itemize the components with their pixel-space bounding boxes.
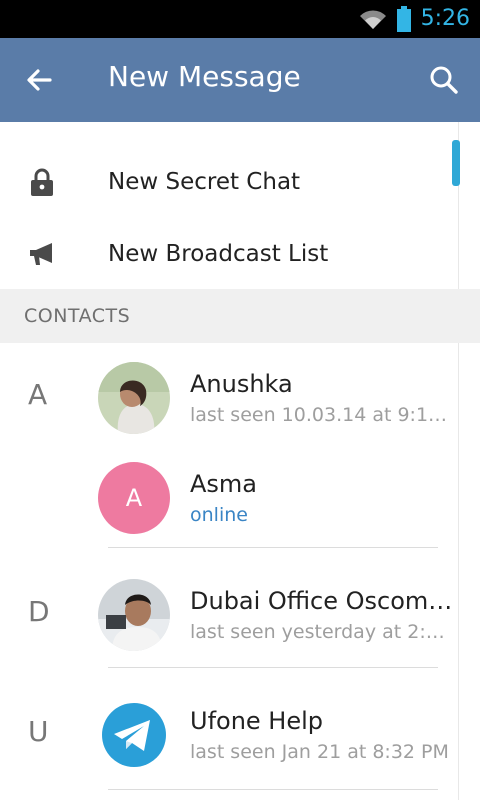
contact-row-asma[interactable]: A Asma online (0, 450, 480, 550)
contact-list[interactable]: New Secret Chat New Broadcast List CONTA… (0, 122, 480, 800)
contact-name: Ufone Help (190, 707, 324, 735)
divider (108, 789, 438, 790)
contact-name: Asma (190, 470, 258, 498)
contact-name: Dubai Office Oscom… (190, 587, 453, 615)
index-letter: D (28, 595, 50, 628)
divider (108, 547, 438, 548)
battery-icon (397, 6, 411, 32)
contact-name: Anushka (190, 370, 293, 398)
divider (108, 667, 438, 668)
contact-status: last seen yesterday at 2:46 PM (190, 621, 452, 643)
arrow-back-icon[interactable] (20, 60, 60, 100)
contact-status: online (190, 504, 248, 526)
avatar (98, 362, 170, 434)
avatar-initial: A (98, 462, 170, 534)
new-secret-chat-item[interactable]: New Secret Chat (0, 146, 480, 218)
contacts-section-header: CONTACTS (0, 289, 480, 343)
contact-row-dubai-office[interactable]: D Dubai Office Oscom… last seen yesterda… (0, 567, 480, 667)
megaphone-icon (30, 243, 52, 265)
section-header-label: CONTACTS (24, 305, 131, 327)
avatar (98, 579, 170, 651)
avatar: A (98, 462, 170, 534)
app-bar: New Message (0, 38, 480, 122)
status-bar: 5:26 (0, 0, 480, 38)
contact-row-ufone-help[interactable]: U Ufone Help last seen Jan 21 at 8:32 PM (0, 687, 480, 787)
search-icon[interactable] (424, 60, 464, 100)
new-secret-chat-label: New Secret Chat (108, 169, 301, 195)
index-letter: U (28, 715, 49, 748)
contact-status: last seen 10.03.14 at 9:13 PM (190, 404, 452, 426)
clock-time: 5:26 (420, 6, 470, 31)
lock-icon (31, 168, 53, 196)
wifi-icon (360, 10, 386, 29)
telegram-icon (98, 699, 170, 771)
new-broadcast-list-label: New Broadcast List (108, 241, 329, 267)
contact-status: last seen Jan 21 at 8:32 PM (190, 741, 449, 763)
contact-row-anushka[interactable]: A Anushka last seen 10.03.14 at 9:13 PM (0, 350, 480, 450)
new-broadcast-list-item[interactable]: New Broadcast List (0, 218, 480, 290)
avatar (98, 699, 170, 771)
index-letter: A (28, 378, 48, 411)
page-title: New Message (108, 60, 301, 93)
